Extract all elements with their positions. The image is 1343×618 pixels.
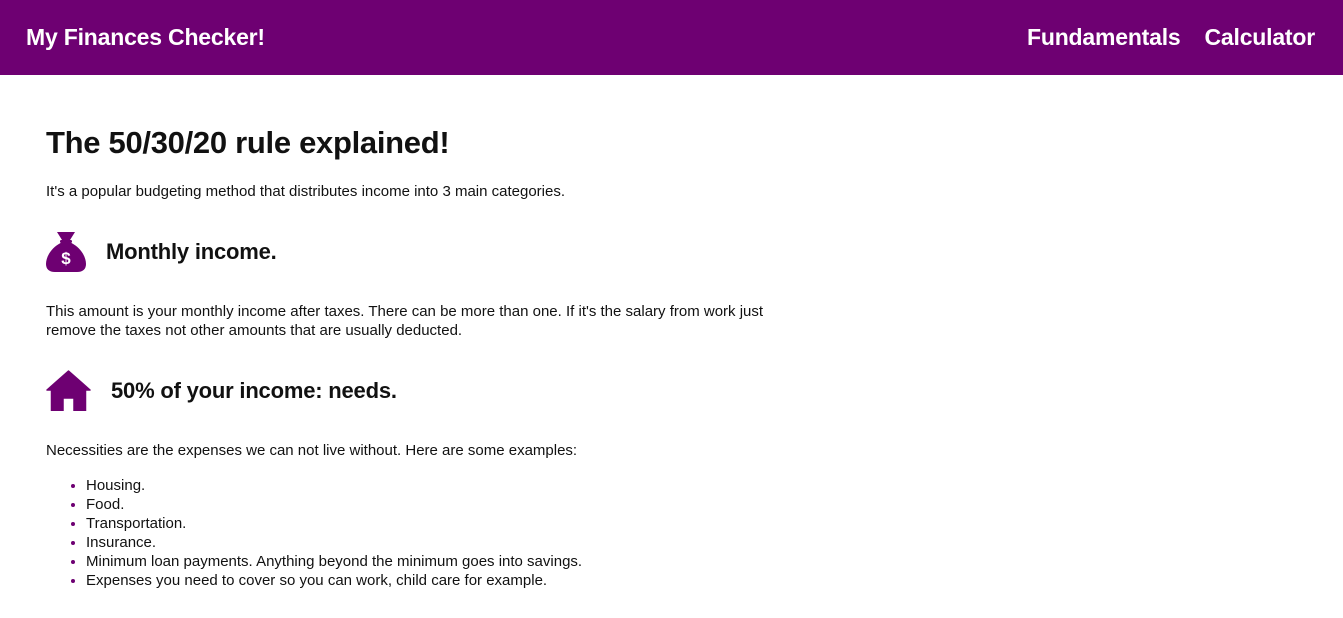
list-item: Minimum loan payments. Anything beyond t… xyxy=(86,552,582,571)
list-item: Housing. xyxy=(86,476,582,495)
money-bag-icon: $ xyxy=(46,231,86,272)
intro-text: It's a popular budgeting method that dis… xyxy=(46,183,566,200)
section-heading-label: Monthly income. xyxy=(106,238,277,264)
navbar: My Finances Checker! Fundamentals Calcul… xyxy=(0,0,1343,75)
brand-link[interactable]: My Finances Checker! xyxy=(26,22,265,52)
nav-link-calculator[interactable]: Calculator xyxy=(1205,22,1316,52)
house-icon xyxy=(46,370,91,411)
needs-examples-list: Housing. Food. Transportation. Insurance… xyxy=(46,476,582,590)
list-item: Food. xyxy=(86,495,582,514)
list-item: Insurance. xyxy=(86,533,582,552)
needs-text: Necessities are the expenses we can not … xyxy=(46,442,578,459)
list-item: Expenses you need to cover so you can wo… xyxy=(86,571,582,590)
section-heading-monthly-income: $ Monthly income. xyxy=(46,231,277,272)
list-item: Transportation. xyxy=(86,514,582,533)
monthly-income-text: This amount is your monthly income after… xyxy=(46,303,764,339)
page-title: The 50/30/20 rule explained! xyxy=(46,125,450,160)
nav-links: Fundamentals Calculator xyxy=(1027,22,1315,52)
svg-text:$: $ xyxy=(61,249,71,268)
nav-link-fundamentals[interactable]: Fundamentals xyxy=(1027,22,1181,52)
section-heading-needs: 50% of your income: needs. xyxy=(46,370,397,411)
section-heading-label: 50% of your income: needs. xyxy=(111,377,397,403)
